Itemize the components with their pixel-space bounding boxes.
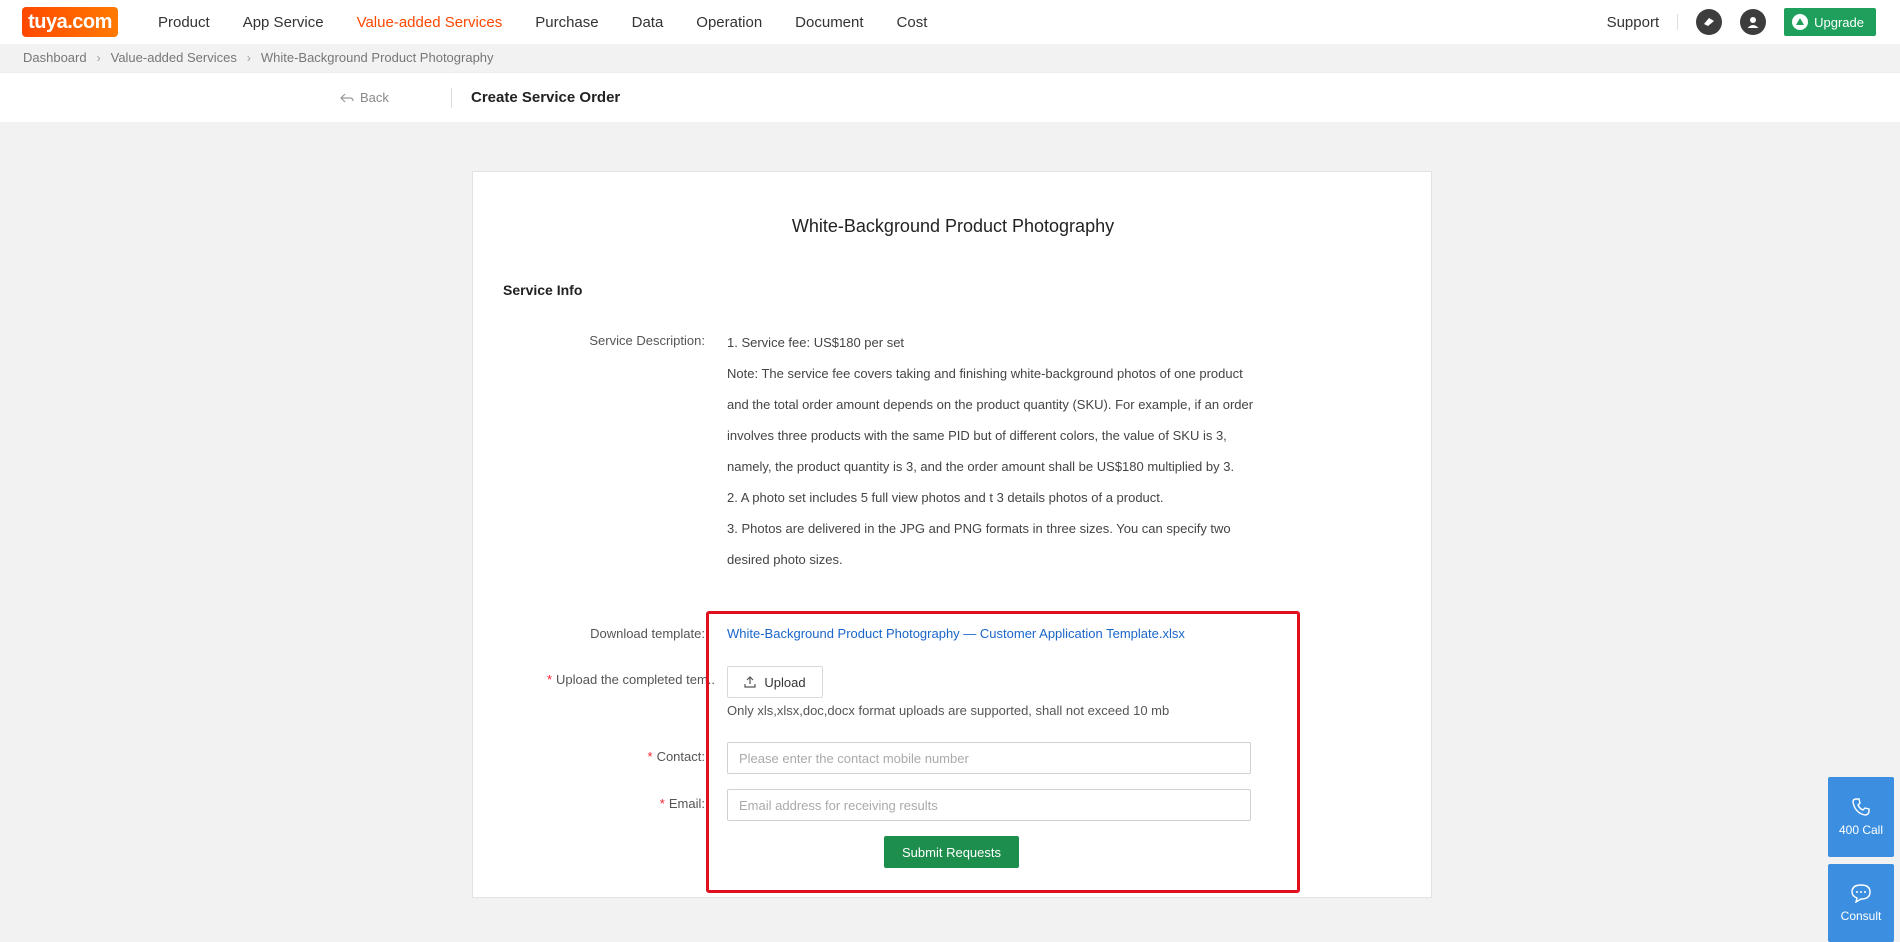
chevron-right-icon: › [96, 50, 101, 65]
nav-item-operation[interactable]: Operation [696, 14, 762, 31]
call-button[interactable]: 400 Call [1828, 777, 1894, 857]
call-label: 400 Call [1838, 823, 1884, 837]
upload-button[interactable]: Upload [727, 666, 823, 698]
description-line: 1. Service fee: US$180 per set [727, 335, 905, 350]
submit-requests-button[interactable]: Submit Requests [884, 836, 1019, 868]
upgrade-button[interactable]: Upgrade [1784, 8, 1876, 36]
top-navbar: tuya.com Product App Service Value-added… [0, 0, 1900, 44]
breadcrumb-value-added-services[interactable]: Value-added Services [111, 50, 237, 65]
nav-item-cost[interactable]: Cost [897, 14, 928, 31]
breadcrumb-current: White-Background Product Photography [260, 50, 494, 65]
nav-item-data[interactable]: Data [632, 14, 664, 31]
top-right-actions: Support Upgrade [1607, 0, 1876, 44]
logo-text: tuya.com [28, 11, 112, 33]
main-nav: Product App Service Value-added Services… [158, 0, 960, 44]
support-link[interactable]: Support [1607, 14, 1660, 31]
breadcrumb-dashboard[interactable]: Dashboard [23, 50, 87, 65]
chevron-right-icon: › [246, 50, 251, 65]
tuya-logo[interactable]: tuya.com [22, 7, 118, 37]
upload-icon [744, 676, 756, 688]
nav-item-value-added-services[interactable]: Value-added Services [357, 14, 503, 31]
description-line: 2. A photo set includes 5 full view phot… [727, 490, 1164, 505]
contact-input[interactable] [727, 742, 1251, 774]
back-label: Back [360, 90, 389, 105]
breadcrumb: Dashboard › Value-added Services › White… [23, 50, 494, 65]
upgrade-label: Upgrade [1814, 14, 1864, 30]
template-download-link[interactable]: White-Background Product Photography — C… [727, 626, 1185, 641]
contact-label: * Contact: [647, 749, 706, 764]
nav-item-product[interactable]: Product [158, 14, 210, 31]
phone-icon [1852, 798, 1870, 816]
upload-label: Upload [764, 674, 806, 690]
consult-button[interactable]: Consult [1828, 864, 1894, 942]
service-order-card: White-Background Product Photography Ser… [472, 171, 1432, 898]
form-title: White-Background Product Photography [791, 216, 1115, 236]
upload-template-label: * Upload the completed tem.. [546, 672, 715, 687]
nav-item-purchase[interactable]: Purchase [535, 14, 598, 31]
download-template-label: Download template: [590, 626, 705, 641]
service-description-label: Service Description: [589, 333, 705, 348]
email-input[interactable] [727, 789, 1251, 821]
upgrade-arrow-icon [1792, 14, 1809, 30]
upload-hint: Only xls,xlsx,doc,docx format uploads ar… [727, 703, 1170, 718]
divider [1677, 14, 1679, 30]
page-subheader: Back Create Service Order [0, 72, 1900, 122]
user-avatar-icon[interactable] [1740, 9, 1767, 35]
service-description: 1. Service fee: US$180 per set Note: The… [727, 327, 1257, 575]
divider [451, 88, 452, 108]
description-line: 3. Photos are delivered in the JPG and P… [727, 521, 1231, 567]
nav-item-document[interactable]: Document [795, 14, 863, 31]
consult-label: Consult [1840, 909, 1882, 923]
description-note: Note: The service fee covers taking and … [727, 366, 1254, 474]
chat-icon [1851, 884, 1871, 903]
message-icon[interactable] [1696, 9, 1723, 35]
page-title: Create Service Order [471, 89, 621, 106]
back-arrow-icon [340, 93, 354, 102]
email-label: * Email: [659, 796, 705, 811]
nav-item-app-service[interactable]: App Service [243, 14, 324, 31]
section-title: Service Info [503, 282, 583, 298]
back-button[interactable]: Back [340, 90, 389, 105]
